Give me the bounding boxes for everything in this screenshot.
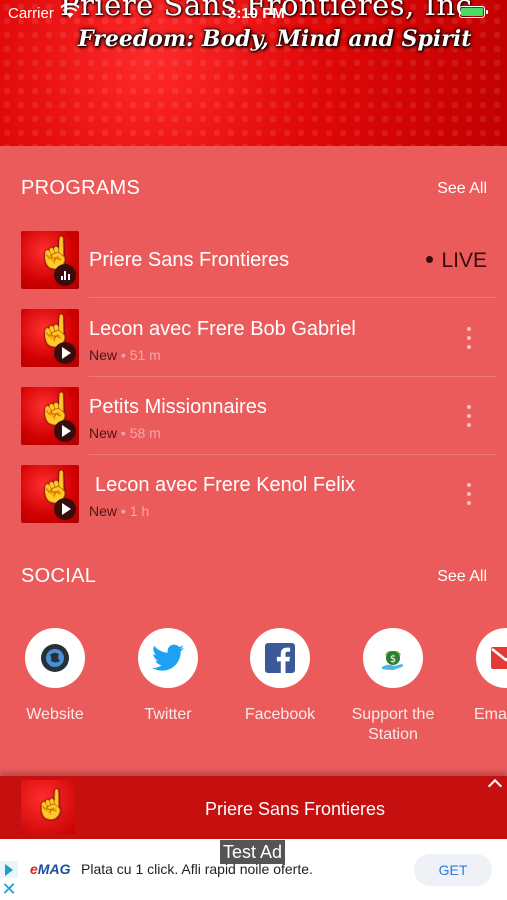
live-indicator: LIVE — [426, 249, 487, 273]
social-label: Email — [474, 706, 507, 723]
programs-heading: PROGRAMS — [21, 177, 141, 199]
close-ad-icon[interactable]: ✕ — [0, 880, 18, 898]
facebook-icon — [250, 628, 310, 688]
social-support-button[interactable]: $ Support the Station — [348, 628, 438, 745]
praying-hands-icon: ☝ — [34, 789, 69, 820]
more-options-icon[interactable] — [467, 483, 471, 505]
donate-icon: $ — [363, 628, 423, 688]
adchoices-icon[interactable] — [0, 861, 18, 878]
wifi-icon — [61, 3, 79, 18]
program-title: Petits Missionnaires — [89, 396, 267, 418]
program-title: Priere Sans Frontieres — [89, 249, 290, 271]
program-title: Lecon avec Frere Kenol Felix — [95, 474, 356, 496]
program-thumbnail: ☝ — [21, 231, 79, 289]
more-options-icon[interactable] — [467, 327, 471, 349]
social-label: Facebook — [244, 706, 316, 723]
program-item[interactable]: ☝ Lecon avec Frere Kenol Felix New • 1 h — [21, 465, 487, 525]
program-item[interactable]: ☝ Petits Missionnaires New • 58 m — [21, 387, 487, 447]
program-thumbnail: ☝ — [21, 387, 79, 445]
banner-tagline: Freedom: Body, Mind and Spirit — [78, 26, 472, 52]
social-label: Website — [26, 706, 84, 723]
carrier-label: Carrier — [8, 5, 54, 22]
social-email-button[interactable]: Email — [460, 628, 507, 725]
program-meta: New • 58 m — [89, 425, 161, 441]
divider — [89, 376, 496, 377]
status-bar: Carrier 3:10 PM — [0, 0, 507, 28]
play-icon — [54, 498, 76, 520]
social-facebook-button[interactable]: Facebook — [235, 628, 325, 725]
programs-see-all-button[interactable]: See All — [437, 180, 487, 198]
email-icon — [476, 628, 507, 688]
social-see-all-button[interactable]: See All — [437, 568, 487, 586]
program-thumbnail: ☝ — [21, 465, 79, 523]
twitter-icon — [138, 628, 198, 688]
program-meta: New • 51 m — [89, 347, 161, 363]
divider — [89, 297, 496, 298]
svg-text:$: $ — [390, 654, 396, 665]
program-meta: New • 1 h — [89, 503, 150, 519]
ad-get-button[interactable]: GET — [414, 854, 492, 886]
now-playing-title: Priere Sans Frontieres — [204, 799, 386, 819]
more-options-icon[interactable] — [467, 405, 471, 427]
header-banner: Priere Sans Frontieres, Inc. Freedom: Bo… — [0, 0, 507, 146]
social-heading: SOCIAL — [21, 565, 97, 587]
now-playing-thumbnail: ☝ — [21, 780, 75, 834]
ad-brand-logo: eMAG — [30, 861, 71, 877]
program-thumbnail: ☝ — [21, 309, 79, 367]
program-item-live[interactable]: ☝ Priere Sans Frontieres LIVE — [21, 231, 487, 291]
program-title: Lecon avec Frere Bob Gabriel — [89, 318, 356, 340]
social-label: Twitter — [144, 706, 192, 723]
divider — [89, 454, 496, 455]
live-dot-icon — [426, 255, 434, 263]
equalizer-icon — [54, 264, 76, 286]
now-playing-bar[interactable]: ☝ Priere Sans Frontieres — [0, 776, 507, 839]
program-item[interactable]: ☝ Lecon avec Frere Bob Gabriel New • 51 … — [21, 309, 487, 369]
social-twitter-button[interactable]: Twitter — [123, 628, 213, 725]
globe-icon — [25, 628, 85, 688]
status-time: 3:10 PM — [228, 5, 285, 22]
ad-banner[interactable]: Test Ad ✕ eMAG Plata cu 1 click. Afli ra… — [0, 839, 507, 900]
battery-icon — [459, 6, 488, 18]
social-website-button[interactable]: Website — [10, 628, 100, 725]
chevron-up-icon[interactable] — [487, 778, 503, 794]
social-label: Support the Station — [351, 706, 435, 743]
ad-text: Plata cu 1 click. Afli rapid noile ofert… — [81, 861, 313, 877]
play-icon — [54, 420, 76, 442]
play-icon — [54, 342, 76, 364]
